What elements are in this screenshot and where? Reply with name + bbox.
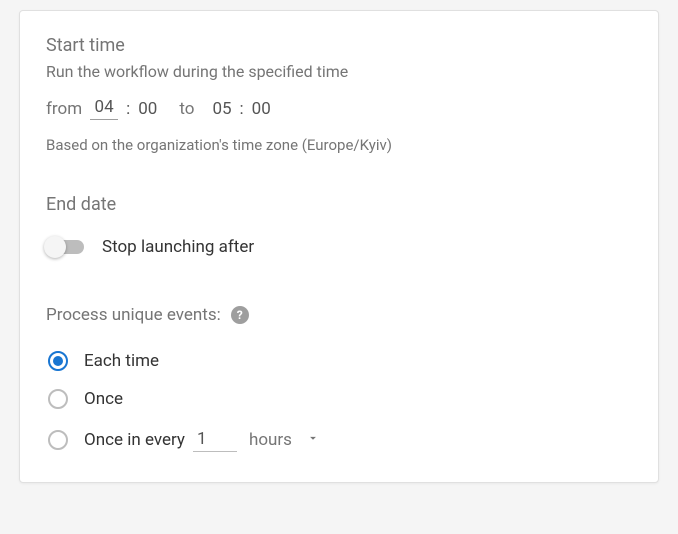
- process-events-title-row: Process unique events: ?: [46, 305, 249, 325]
- radio-row-each-time[interactable]: Each time: [48, 351, 632, 371]
- radio-once[interactable]: [48, 389, 68, 409]
- help-icon[interactable]: ?: [231, 306, 249, 324]
- end-date-title: End date: [46, 194, 632, 215]
- time-colon: :: [126, 99, 130, 119]
- interval-unit-select[interactable]: hours: [245, 428, 324, 452]
- process-events-title: Process unique events:: [46, 305, 221, 325]
- from-label: from: [46, 99, 82, 119]
- timezone-note: Based on the organization's time zone (E…: [46, 136, 632, 154]
- to-label: to: [179, 99, 194, 119]
- settings-card: Start time Run the workflow during the s…: [19, 10, 659, 483]
- to-hour[interactable]: 05: [212, 99, 231, 119]
- stop-launching-toggle[interactable]: [46, 240, 84, 254]
- start-time-title: Start time: [46, 35, 632, 56]
- interval-unit-label: hours: [249, 430, 292, 450]
- radio-row-once-every[interactable]: Once in every hours: [48, 427, 632, 452]
- stop-launching-label: Stop launching after: [102, 237, 254, 257]
- from-min[interactable]: 00: [138, 99, 157, 119]
- radio-label-once-every: Once in every hours: [84, 427, 324, 452]
- chevron-down-icon: [306, 430, 320, 450]
- radio-each-time[interactable]: [48, 351, 68, 371]
- interval-value-input[interactable]: [193, 427, 237, 452]
- to-min[interactable]: 00: [252, 99, 271, 119]
- start-time-section: Start time Run the workflow during the s…: [46, 35, 632, 154]
- radio-once-every[interactable]: [48, 430, 68, 450]
- process-events-radio-group: Each time Once Once in every hours: [48, 351, 632, 452]
- from-hour-input[interactable]: [90, 97, 118, 120]
- end-date-section: End date Stop launching after: [46, 194, 632, 257]
- radio-label-once: Once: [84, 389, 123, 409]
- process-events-section: Process unique events: ? Each time Once …: [46, 305, 632, 452]
- stop-launching-row: Stop launching after: [46, 237, 632, 257]
- toggle-knob: [44, 236, 66, 258]
- start-time-desc: Run the workflow during the specified ti…: [46, 62, 632, 81]
- time-range-row: from : 00 to 05 : 00: [46, 97, 632, 120]
- radio-row-once[interactable]: Once: [48, 389, 632, 409]
- time-colon-2: :: [240, 99, 244, 119]
- radio-label-each-time: Each time: [84, 351, 159, 371]
- once-every-prefix: Once in every: [84, 430, 185, 450]
